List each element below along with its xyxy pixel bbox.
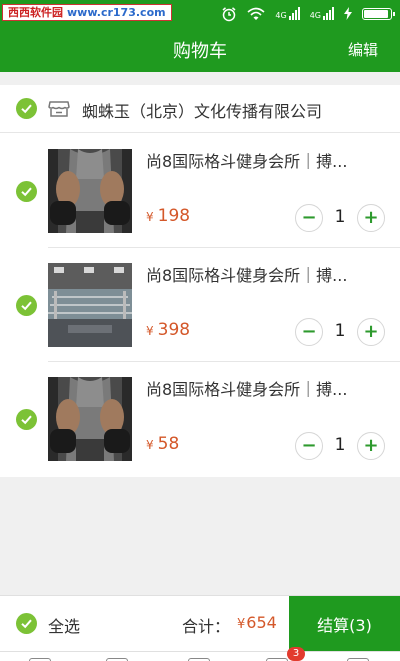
watermark-url: www.cr173.com [67, 6, 166, 19]
alarm-icon [222, 6, 236, 21]
check-icon [21, 301, 32, 311]
item-select-checkbox[interactable] [16, 409, 37, 430]
select-all-checkbox[interactable] [16, 613, 37, 634]
signal-icon: 4G [275, 7, 300, 20]
tab-bar: 3 [0, 647, 400, 661]
select-all-label[interactable]: 全选 [48, 613, 80, 637]
store-icon [48, 101, 70, 117]
decrease-quantity-button[interactable]: − [295, 432, 323, 460]
wifi-icon [247, 7, 265, 20]
item-price: ¥398 [146, 320, 190, 340]
check-icon [21, 415, 32, 425]
quantity-stepper: − 1 + [295, 318, 385, 346]
currency-symbol: ¥ [146, 324, 154, 338]
quantity-value: 1 [334, 321, 346, 341]
edit-button[interactable]: 编辑 [348, 39, 378, 60]
quantity-stepper: − 1 + [295, 204, 385, 232]
cart-badge: 3 [287, 647, 305, 661]
shop-select-checkbox[interactable] [16, 98, 37, 119]
total-value: 654 [246, 613, 277, 632]
price-value: 198 [157, 206, 191, 226]
item-name[interactable]: 尚8国际格斗健身会所｜搏... [146, 262, 366, 286]
shop-name[interactable]: 蜘蛛玉（北京）文化传播有限公司 [82, 98, 322, 122]
boxer-photo[interactable] [48, 149, 132, 233]
item-name[interactable]: 尚8国际格斗健身会所｜搏... [146, 148, 366, 172]
signal-icon-2: 4G [310, 7, 334, 20]
status-icons: 4G 4G [221, 5, 395, 22]
item-select-checkbox[interactable] [16, 295, 37, 316]
decrease-quantity-button[interactable]: − [295, 318, 323, 346]
item-select-checkbox[interactable] [16, 181, 37, 202]
quantity-value: 1 [334, 435, 346, 455]
checkout-button[interactable]: 结算(3) [289, 596, 400, 652]
shop-header: 蜘蛛玉（北京）文化传播有限公司 [0, 85, 400, 133]
total-label: 合计： [182, 617, 231, 636]
currency-symbol: ¥ [146, 210, 154, 224]
currency-symbol: ¥ [146, 438, 154, 452]
decrease-quantity-button[interactable]: − [295, 204, 323, 232]
price-value: 58 [157, 434, 180, 454]
increase-quantity-button[interactable]: + [357, 204, 385, 232]
signal-type-label: 4G [275, 11, 287, 20]
item-name[interactable]: 尚8国际格斗健身会所｜搏... [146, 376, 366, 400]
status-bar: 西西软件园 www.cr173.com 4G 4G [0, 0, 400, 27]
signal-type-label-2: 4G [309, 11, 321, 20]
page-title: 购物车 [173, 41, 227, 62]
item-price: ¥58 [146, 434, 179, 454]
currency-symbol: ¥ [237, 617, 246, 632]
watermark-site: 西西软件园 [8, 6, 63, 19]
boxer-photo[interactable] [48, 377, 132, 461]
boxing-ring-photo[interactable] [48, 263, 132, 347]
watermark-logo: 西西软件园 www.cr173.com [2, 4, 172, 21]
cart-item: 尚8国际格斗健身会所｜搏... ¥198 − 1 + [0, 134, 400, 248]
increase-quantity-button[interactable]: + [357, 318, 385, 346]
quantity-stepper: − 1 + [295, 432, 385, 460]
check-icon [21, 619, 32, 629]
check-icon [21, 187, 32, 197]
charging-bolt-icon [344, 7, 352, 20]
battery-icon [362, 7, 395, 20]
item-price: ¥198 [146, 206, 190, 226]
title-bar: 购物车 编辑 [0, 27, 400, 72]
total-amount: ¥654 [237, 613, 277, 632]
increase-quantity-button[interactable]: + [357, 432, 385, 460]
quantity-value: 1 [334, 207, 346, 227]
cart-card: 蜘蛛玉（北京）文化传播有限公司 尚8国际格斗健身会所｜搏... ¥198 − 1… [0, 85, 400, 477]
cart-item: 尚8国际格斗健身会所｜搏... ¥398 − 1 + [0, 248, 400, 362]
check-icon [21, 104, 32, 114]
checkout-bar: 全选 合计： ¥654 结算(3) [0, 595, 400, 652]
battery-level [364, 9, 388, 18]
cart-item: 尚8国际格斗健身会所｜搏... ¥58 − 1 + [0, 362, 400, 476]
price-value: 398 [157, 320, 191, 340]
